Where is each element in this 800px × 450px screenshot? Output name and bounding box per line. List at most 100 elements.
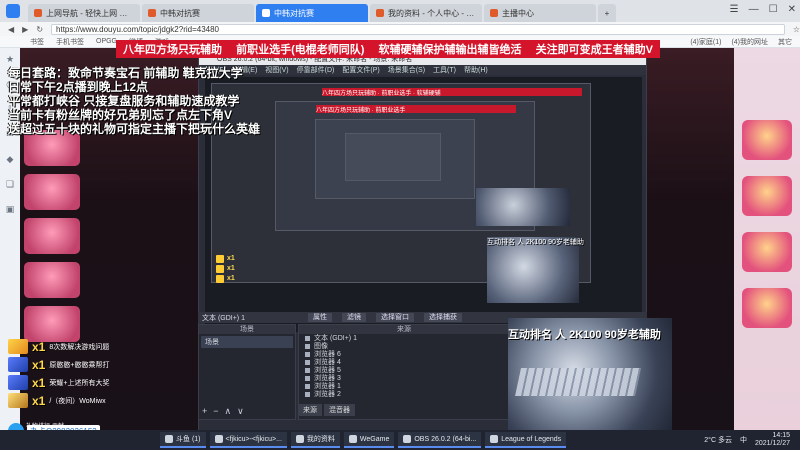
taskbar-item[interactable]: League of Legends — [485, 432, 567, 448]
tab-sources[interactable]: 来源 — [298, 404, 322, 416]
tab-4[interactable]: 主播中心 — [484, 4, 596, 22]
game-icon[interactable]: ◆ — [7, 154, 14, 165]
move-down-icon[interactable]: ∨ — [237, 406, 244, 417]
nested-camera-image — [476, 188, 570, 226]
desktop: 上网导航 - 轻快上网 从这里开始 中韩对抗赛 中韩对抗赛 我的资料 - 个人中… — [0, 0, 800, 450]
tab-0[interactable]: 上网导航 - 轻快上网 从这里开始 — [28, 4, 140, 22]
close-icon[interactable]: ✕ — [788, 4, 796, 15]
source-item[interactable]: 文本 (GDI+) 1 — [299, 334, 509, 342]
chat-icon[interactable]: ❏ — [6, 179, 14, 190]
bookmark-item[interactable]: 手机书签 — [56, 37, 84, 47]
promo-card[interactable] — [24, 306, 80, 342]
refresh-icon[interactable]: ↻ — [36, 25, 43, 34]
promo-card[interactable] — [24, 218, 80, 254]
nested-preview — [345, 133, 441, 181]
tab-label: 上网导航 - 轻快上网 从这里开始 — [46, 8, 134, 18]
back-icon[interactable]: ◀ — [8, 25, 14, 34]
bookmark-item[interactable]: (4)家庭(1) — [690, 37, 721, 47]
camera-label: 互动排名 人 2K100 90岁老辅助 — [508, 329, 661, 341]
star-icon[interactable]: ★ — [6, 54, 14, 65]
bookmark-item[interactable]: 书签 — [30, 37, 44, 47]
app-icon[interactable]: ▣ — [6, 204, 15, 215]
tab-mixer[interactable]: 混音器 — [324, 404, 355, 416]
taskbar: 斗鱼 (1) <fjkicu>-<fjkicu>... 我的资料 WeGame … — [0, 430, 800, 450]
overlay-line: 当前卡有粉丝牌的好兄弟别忘了点左下角V — [8, 108, 233, 122]
taskbar-item[interactable]: OBS 26.0.2 (64-bi... — [398, 432, 482, 448]
ad-gift-image[interactable] — [742, 120, 792, 160]
bookmark-item[interactable]: 其它 — [778, 37, 792, 47]
browser-source-icon — [305, 359, 310, 365]
scene-text-label: 文本 (GDI+) 1 — [202, 314, 245, 322]
taskbar-item[interactable]: <fjkicu>-<fjkicu>... — [209, 432, 287, 448]
properties-button[interactable]: 属性 — [308, 313, 332, 322]
promo-card[interactable] — [24, 262, 80, 298]
scene-item[interactable]: 场景 — [201, 336, 293, 348]
browser-source-icon — [305, 351, 310, 357]
ad-gift-image[interactable] — [742, 288, 792, 328]
tab-favicon-icon — [34, 9, 42, 17]
nested-banner: 八年四方场只玩辅助 · 前职业选手 — [316, 105, 516, 113]
window-controls: ☰ — ☐ ✕ — [730, 4, 796, 15]
banner-item: 关注即可变成王者辅助V — [535, 44, 653, 56]
bookmark-item[interactable]: OPGG — [96, 38, 117, 45]
move-up-icon[interactable]: ∧ — [225, 406, 232, 417]
maximize-icon[interactable]: ☐ — [769, 4, 778, 15]
select-capture-button[interactable]: 选择捕获 — [424, 313, 462, 322]
obs-menu-item[interactable]: 配置文件(P) — [342, 65, 379, 75]
select-window-button[interactable]: 选择窗口 — [376, 313, 414, 322]
app-icon — [214, 435, 223, 443]
gift-icon — [8, 375, 28, 390]
promo-card[interactable] — [24, 174, 80, 210]
forward-icon[interactable]: ▶ — [22, 25, 28, 34]
remove-icon[interactable]: − — [213, 406, 218, 417]
tab-label: 主播中心 — [502, 8, 534, 18]
source-item[interactable]: 浏览器 2 — [299, 390, 509, 398]
tab-3[interactable]: 我的资料 - 个人中心 - 斗鱼 — [370, 4, 482, 22]
star-icon[interactable]: ☆ — [793, 25, 800, 34]
overlay-line: 平常都打峡谷 只接复盘服务和辅助速成教学 — [8, 94, 240, 108]
minimize-icon[interactable]: — — [749, 4, 759, 15]
language-indicator[interactable]: 中 — [740, 435, 747, 445]
taskbar-item[interactable]: 斗鱼 (1) — [160, 432, 206, 448]
url-input[interactable]: https://www.douyu.com/topic/jdgk2?rid=43… — [51, 23, 785, 35]
nested-camera-label: 互动排名 人 2K100 90岁老辅助 — [487, 239, 584, 246]
nested-gift-row: x1 — [216, 264, 306, 273]
gift-ranking: x1 8次数解决游戏问题 x1 原憨憨+憨憨乘帮打 x1 荣耀+上述所有大奖 x1/（… — [8, 338, 198, 410]
gift-icon — [8, 339, 28, 354]
obs-menu-item[interactable]: 帮助(H) — [464, 65, 488, 75]
browser-source-icon — [305, 383, 310, 389]
weather-text[interactable]: 2°C 多云 — [704, 435, 732, 445]
ad-gift-image[interactable] — [742, 232, 792, 272]
tab-favicon-icon — [376, 9, 384, 17]
bookmark-item[interactable]: (4)我的网址 — [731, 37, 768, 47]
obs-menu-item[interactable]: 场景集合(S) — [388, 65, 425, 75]
tab-label: 我的资料 - 个人中心 - 斗鱼 — [388, 8, 476, 18]
keyboard-image — [515, 368, 641, 396]
tab-1[interactable]: 中韩对抗赛 — [142, 4, 254, 22]
menu-icon[interactable]: ☰ — [730, 4, 739, 15]
filters-button[interactable]: 滤镜 — [342, 313, 366, 322]
ad-gift-image[interactable] — [742, 176, 792, 216]
stream-overlay-text: 每日套路：致命节奏宝石 前辅助 鞋克拉大学 日常下午2点播到晚上12点 平常都打… — [8, 66, 308, 136]
bookmarks-right: (4)家庭(1) (4)我的网址 其它 — [690, 37, 792, 47]
banner-item: 软辅硬辅保护辅输出辅皆绝活 — [378, 44, 522, 56]
app-icon — [165, 435, 173, 443]
taskbar-item[interactable]: 我的资料 — [290, 432, 340, 448]
browser-source-icon — [305, 367, 310, 373]
tab-label: 中韩对抗赛 — [274, 8, 314, 18]
gift-row: x1 原憨憨+憨憨乘帮打 — [8, 356, 198, 373]
banner-item: 前职业选手(电棍老师同队) — [236, 44, 365, 56]
tab-2[interactable]: 中韩对抗赛 — [256, 4, 368, 22]
nested-gift-row: x1 — [216, 254, 306, 263]
clock[interactable]: 14:15 2021/12/27 — [755, 432, 790, 448]
obs-menu-item[interactable]: 工具(T) — [433, 65, 456, 75]
overlay-line: 每日套路：致命节奏宝石 前辅助 鞋克拉大学 — [8, 66, 243, 80]
text-source-icon — [305, 335, 310, 341]
add-icon[interactable]: + — [202, 406, 207, 417]
scenes-dock: 场景 场景 + − ∧ ∨ — [198, 324, 296, 420]
tab-label: 中韩对抗赛 — [160, 8, 200, 18]
new-tab-button[interactable]: + — [598, 4, 616, 22]
taskbar-item[interactable]: WeGame — [343, 432, 395, 448]
app-icon — [348, 435, 357, 443]
browser-logo-icon — [6, 4, 20, 18]
